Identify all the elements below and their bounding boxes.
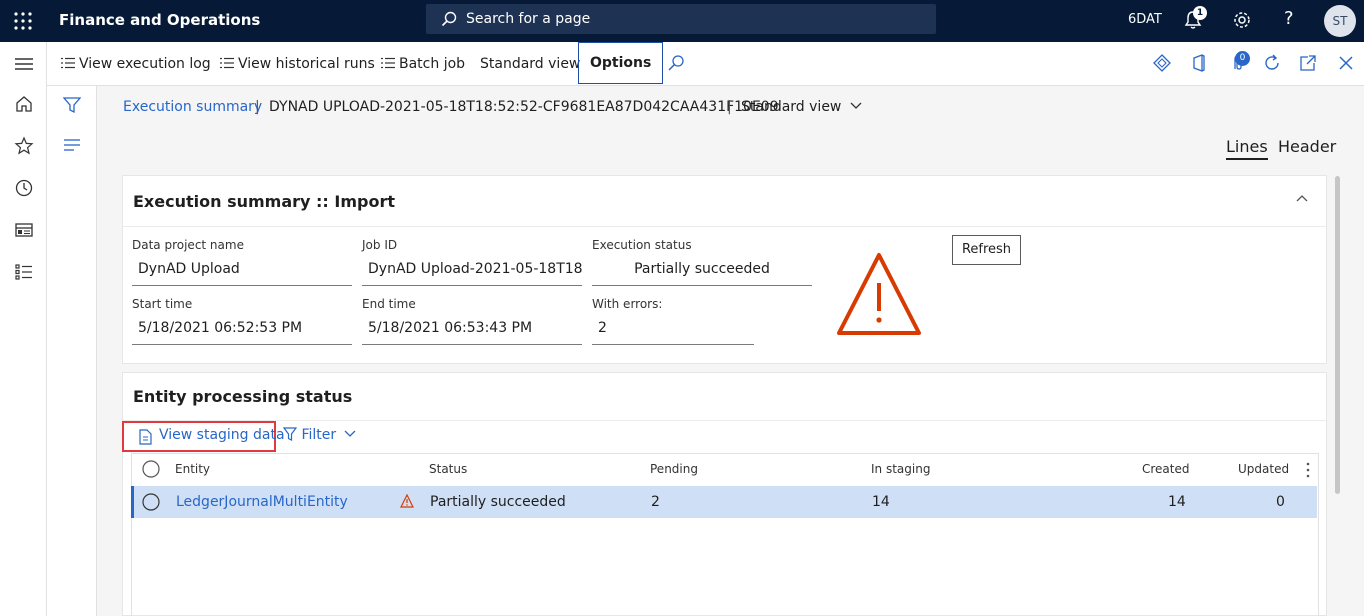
recent-clock-icon[interactable]: [14, 178, 34, 198]
job-id-field[interactable]: DynAD Upload-2021-05-18T18:...: [362, 254, 582, 286]
help-icon[interactable]: ?: [1284, 8, 1294, 29]
options-tab[interactable]: Options: [578, 42, 664, 84]
standard-view-button[interactable]: Standard view: [480, 42, 580, 86]
breadcrumb-separator: |: [255, 99, 260, 115]
open-in-new-window-icon[interactable]: [1299, 54, 1319, 74]
created-cell: 14: [1168, 494, 1186, 510]
data-project-name-field[interactable]: DynAD Upload: [132, 254, 352, 286]
navigation-rail: [0, 42, 47, 616]
tab-lines[interactable]: Lines: [1226, 137, 1268, 160]
view-historical-runs-button[interactable]: View historical runs: [220, 42, 375, 86]
execution-status-label: Execution status: [592, 238, 692, 252]
attachments-count-badge: 0: [1235, 51, 1250, 66]
favorites-star-icon[interactable]: [14, 136, 34, 156]
refresh-icon[interactable]: [1263, 54, 1283, 74]
breadcrumb-record-id: DYNAD UPLOAD-2021-05-18T18:52:52-CF9681E…: [269, 99, 779, 115]
top-bar: Finance and Operations Search for a page…: [0, 0, 1364, 42]
entity-grid: [131, 453, 1319, 616]
settings-gear-icon[interactable]: [1232, 10, 1252, 30]
list-icon: [61, 57, 75, 69]
entity-name-link[interactable]: LedgerJournalMultiEntity: [176, 494, 348, 510]
panel-title: Entity processing status: [133, 387, 353, 406]
column-header-in-staging[interactable]: In staging: [871, 462, 930, 476]
search-box[interactable]: Search for a page: [426, 4, 936, 34]
hamburger-menu-icon[interactable]: [14, 54, 34, 74]
list-icon: [220, 57, 234, 69]
workspaces-icon[interactable]: [14, 220, 34, 240]
with-errors-field[interactable]: 2: [592, 313, 754, 345]
view-staging-data-button[interactable]: View staging data: [122, 421, 285, 452]
batch-job-label: Batch job: [399, 56, 466, 72]
chevron-down-icon: [344, 430, 356, 438]
view-historical-runs-label: View historical runs: [238, 56, 375, 72]
more-options-icon[interactable]: [1306, 462, 1310, 478]
search-icon[interactable]: [667, 54, 687, 74]
end-time-label: End time: [362, 297, 416, 311]
chevron-up-icon[interactable]: [1296, 194, 1308, 202]
column-header-updated[interactable]: Updated: [1238, 462, 1289, 476]
select-all-checkbox[interactable]: [142, 460, 160, 478]
column-header-status[interactable]: Status: [429, 462, 467, 476]
updated-cell: 0: [1276, 494, 1285, 510]
start-time-label: Start time: [132, 297, 193, 311]
divider: [123, 420, 1326, 421]
column-header-pending[interactable]: Pending: [650, 462, 698, 476]
pending-cell: 2: [651, 494, 660, 510]
close-icon[interactable]: [1337, 54, 1357, 74]
filter-button[interactable]: Filter: [283, 426, 356, 443]
home-icon[interactable]: [14, 94, 34, 114]
office-icon[interactable]: [1190, 54, 1210, 74]
scrollbar-thumb[interactable]: [1335, 176, 1340, 494]
warning-icon: [400, 494, 414, 508]
column-header-created[interactable]: Created: [1142, 462, 1190, 476]
warning-triangle-icon: [836, 251, 922, 337]
batch-job-button[interactable]: Batch job: [381, 42, 465, 86]
search-icon: [441, 11, 457, 27]
view-selector[interactable]: Standard view: [741, 99, 862, 115]
related-info-icon[interactable]: [63, 138, 81, 152]
filter-funnel-icon[interactable]: [63, 96, 81, 114]
tab-header[interactable]: Header: [1278, 137, 1336, 156]
in-staging-cell: 14: [872, 494, 890, 510]
user-avatar[interactable]: ST: [1324, 5, 1356, 37]
panel-title: Execution summary :: Import: [133, 192, 395, 211]
refresh-button[interactable]: Refresh: [952, 235, 1021, 265]
company-picker[interactable]: 6DAT: [1128, 12, 1162, 27]
search-placeholder: Search for a page: [466, 11, 591, 27]
chevron-down-icon: [850, 102, 862, 110]
data-project-name-label: Data project name: [132, 238, 244, 252]
view-selector-label: Standard view: [741, 99, 842, 115]
execution-status-field[interactable]: Partially succeeded: [592, 254, 812, 286]
row-select-checkbox[interactable]: [142, 493, 160, 511]
view-execution-log-button[interactable]: View execution log: [61, 42, 211, 86]
filter-label: Filter: [301, 427, 337, 443]
start-time-field[interactable]: 5/18/2021 06:52:53 PM: [132, 313, 352, 345]
app-title[interactable]: Finance and Operations: [59, 11, 260, 29]
app-launcher-icon[interactable]: [12, 10, 34, 32]
breadcrumb-separator: |: [727, 99, 732, 115]
with-errors-label: With errors:: [592, 297, 663, 311]
view-staging-data-label: View staging data: [159, 427, 285, 443]
action-pane: View execution log View historical runs …: [47, 42, 1364, 86]
column-header-entity[interactable]: Entity: [175, 462, 210, 476]
end-time-field[interactable]: 5/18/2021 06:53:43 PM: [362, 313, 582, 345]
staging-document-icon: [138, 429, 152, 445]
list-icon: [381, 57, 395, 69]
job-id-label: Job ID: [362, 238, 398, 252]
filter-pane-rail: [47, 86, 97, 616]
view-execution-log-label: View execution log: [79, 56, 211, 72]
breadcrumb-execution-summary[interactable]: Execution summary: [123, 99, 262, 115]
status-cell: Partially succeeded: [430, 494, 566, 510]
divider: [123, 226, 1326, 227]
diamond-icon[interactable]: [1153, 54, 1173, 74]
notifications-badge: 1: [1193, 6, 1207, 20]
filter-funnel-icon: [283, 426, 297, 441]
modules-list-icon[interactable]: [14, 262, 34, 282]
